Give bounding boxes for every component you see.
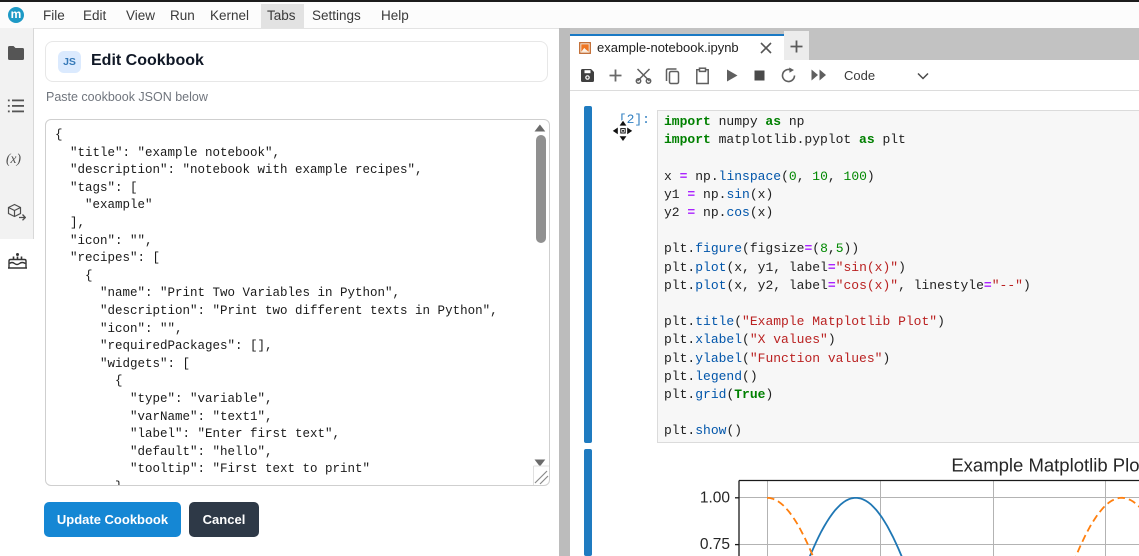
svg-text:Example Matplotlib Plot: Example Matplotlib Plot xyxy=(951,454,1139,475)
svg-text:1.00: 1.00 xyxy=(700,489,731,506)
svg-text:0.75: 0.75 xyxy=(700,536,730,553)
